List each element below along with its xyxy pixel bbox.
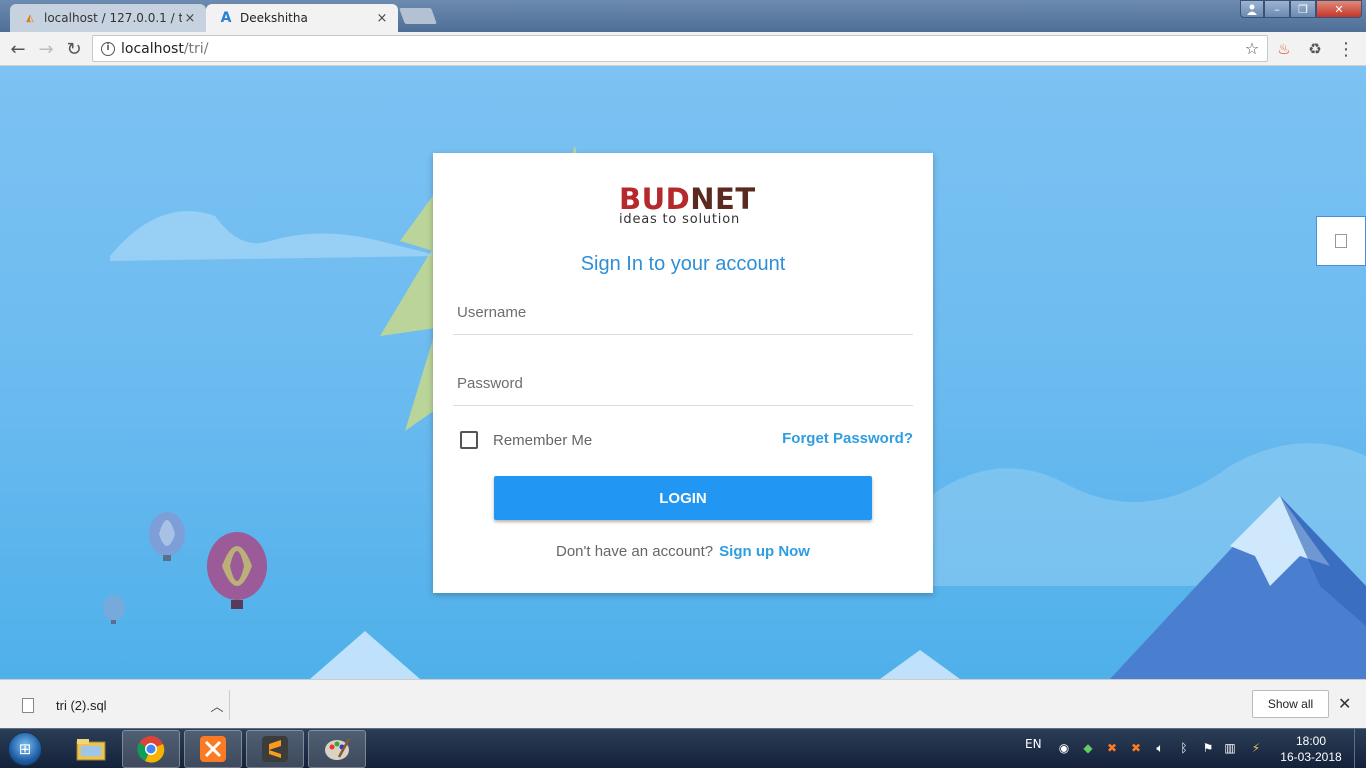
file-explorer-icon[interactable] [62,730,120,768]
hot-air-balloon-illustration [103,512,267,624]
forget-password-link[interactable]: Forget Password? [782,430,913,447]
login-card: BUDNET ideas to solution Sign In to your… [433,153,933,593]
extension-recycle-icon[interactable]: ♻ [1305,39,1325,59]
bluetooth-icon[interactable]: ᛒ [1176,740,1192,756]
windows-taskbar: ⊞ EN ◉ ◆ ✖ ✖ 🔈︎ ᛒ ⚑ ▥ ⚡ 18:00 16-03-2018 [0,728,1366,768]
logo-tagline: ideas to solution [619,212,740,227]
start-button[interactable]: ⊞ [3,730,47,768]
download-bar-close-icon[interactable]: ✕ [1338,694,1351,713]
cloud-shape [110,211,440,261]
signup-prompt: Don't have an account? [556,543,714,560]
tab-phpmyadmin[interactable]: ◭ localhost / 127.0.0.1 / tri × [10,4,206,32]
browser-toolbar: ← → ↻ i localhost/tri/ ☆ ♨ ♻ ⋮ [0,32,1366,66]
sublime-text-taskbar-icon[interactable] [246,730,304,768]
login-button[interactable]: LOGIN [494,476,872,520]
username-input[interactable] [453,291,913,335]
forward-arrow-icon[interactable]: → [34,37,58,61]
xampp-taskbar-icon[interactable] [184,730,242,768]
chevron-up-icon[interactable]: ︿ [205,696,229,715]
password-input[interactable] [453,362,913,406]
side-widget-button[interactable] [1316,216,1366,266]
new-tab-button[interactable] [399,8,437,24]
tab-deekshitha[interactable]: A Deekshitha × [206,4,398,32]
action-center-flag-icon[interactable]: ⚑ [1200,740,1216,756]
language-indicator[interactable]: EN [1025,737,1042,751]
maximize-button[interactable]: ❐ [1290,0,1316,18]
url-path: /tri/ [183,40,209,57]
signup-row: Don't have an account? Sign up Now [433,543,933,560]
logo-brand-dark: NET [690,182,756,216]
show-desktop-button[interactable] [1354,729,1366,768]
budnet-logo: BUDNET ideas to solution [619,183,759,227]
remember-me-label: Remember Me [493,431,593,449]
green-app-tray-icon[interactable]: ◆ [1080,740,1096,756]
address-bar[interactable]: i localhost/tri/ ☆ [92,35,1268,62]
windows-logo-icon: ⊞ [8,732,42,766]
close-window-button[interactable]: ✕ [1316,0,1362,18]
remember-me-checkbox[interactable] [460,431,478,449]
download-item[interactable]: tri (2).sql ︿ [14,690,230,720]
browser-titlebar: ◭ localhost / 127.0.0.1 / tri × A Deeksh… [0,0,1366,32]
window-controls: – ❐ ✕ [1240,0,1362,18]
url-text[interactable]: localhost/tri/ [121,41,1241,57]
profile-icon[interactable] [1240,0,1264,18]
file-icon [22,697,34,713]
power-icon[interactable]: ⚡ [1248,740,1264,756]
info-icon[interactable]: i [101,41,115,56]
logo-brand-red: BUD [619,182,691,216]
signup-link[interactable]: Sign up Now [719,543,810,560]
paint-taskbar-icon[interactable] [308,730,366,768]
remember-me-row[interactable]: Remember Me [460,431,592,449]
chrome-taskbar-icon[interactable] [122,730,180,768]
show-all-button[interactable]: Show all [1252,690,1329,718]
tab-title: Deekshitha [240,11,308,25]
reload-icon[interactable]: ↻ [62,37,86,61]
phpmyadmin-icon: ◭ [26,12,34,24]
system-clock[interactable]: 18:00 16-03-2018 [1280,733,1342,765]
download-filename: tri (2).sql [56,697,107,713]
tab-close-icon[interactable]: × [374,11,390,26]
page-background: BUDNET ideas to solution Sign In to your… [0,66,1366,679]
widget-square-icon [1335,234,1347,248]
tab-close-icon[interactable]: × [182,11,198,26]
back-arrow-icon[interactable]: ← [6,37,30,61]
signin-heading: Sign In to your account [580,253,786,275]
xampp-control-tray-icon[interactable]: ✖ [1128,740,1144,756]
logo-wordmark: BUDNET [619,183,759,215]
clock-time: 18:00 [1295,734,1327,748]
bookmark-star-icon[interactable]: ☆ [1241,39,1263,58]
extension-flame-icon[interactable]: ♨ [1274,39,1294,59]
tor-browser-tray-icon[interactable]: ◉ [1056,740,1072,756]
xampp-tray-icon[interactable]: ✖ [1104,740,1120,756]
angular-icon: A [220,10,232,26]
menu-kebab-icon[interactable]: ⋮ [1336,39,1356,60]
minimize-button[interactable]: – [1264,0,1290,18]
clock-date: 16-03-2018 [1280,750,1342,764]
download-bar: tri (2).sql ︿ Show all ✕ [0,679,1366,728]
url-host: localhost [121,40,184,57]
network-icon[interactable]: ▥ [1222,740,1238,756]
tab-title: localhost / 127.0.0.1 / tri [44,11,182,25]
volume-icon[interactable]: 🔈︎ [1152,740,1168,756]
